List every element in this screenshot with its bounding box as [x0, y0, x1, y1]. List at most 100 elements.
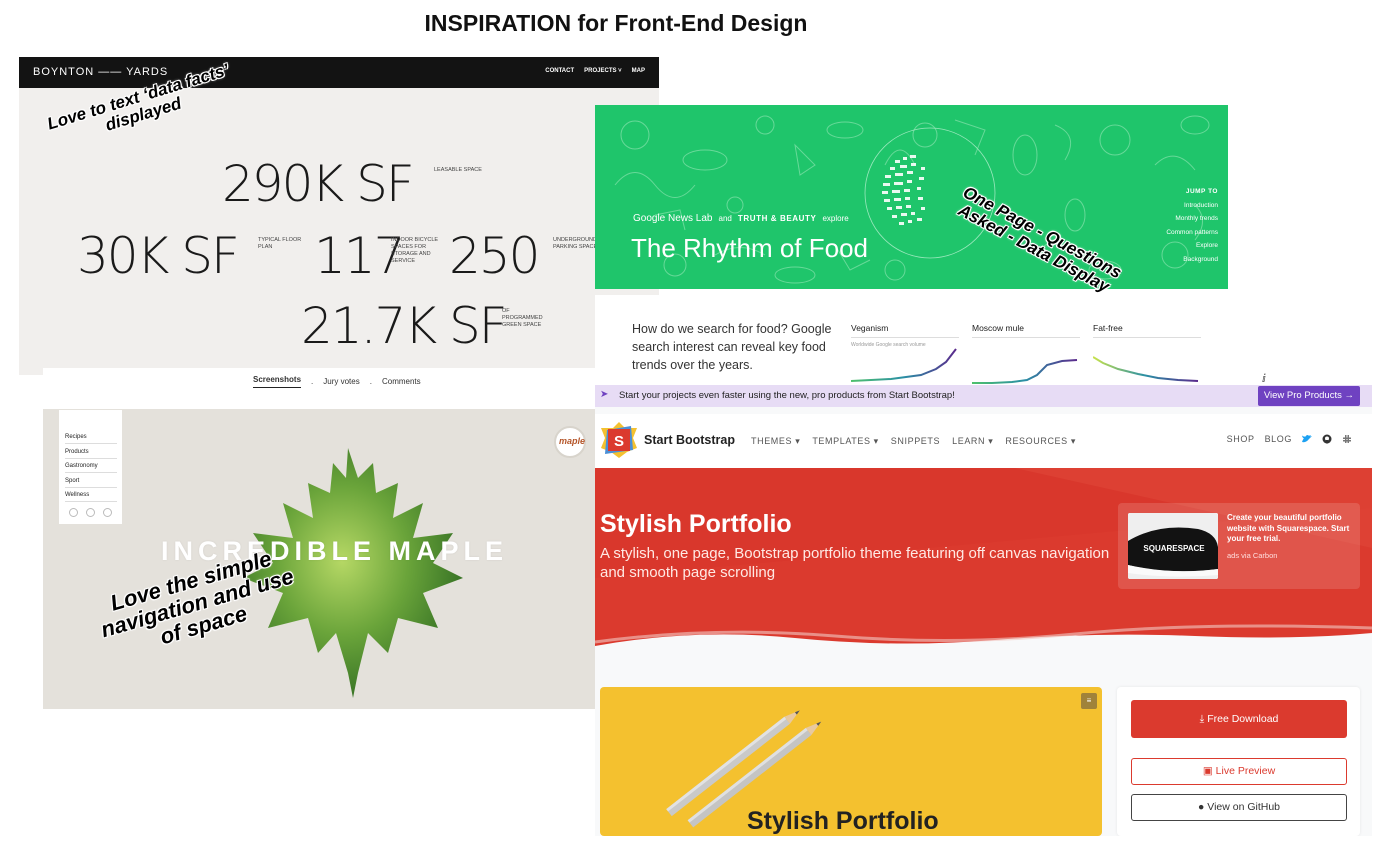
stat-bicycle-caption: INDOOR BICYCLE SPACES FOR STORAGE AND SE… — [391, 237, 439, 264]
github-label: View on GitHub — [1207, 801, 1281, 813]
mini-chart-moscow-mule[interactable]: Moscow mule — [972, 323, 1080, 387]
jump-link-monthly[interactable]: Monthly trends — [1166, 212, 1218, 226]
stat-green-caption: OF PROGRAMMED GREEN SPACE — [502, 308, 543, 328]
maple-logo-badge[interactable]: maple — [554, 426, 586, 458]
mini-chart-fat-free-line — [1093, 356, 1199, 382]
tab-comments[interactable]: Comments — [382, 377, 421, 386]
start-bootstrap-logo-icon[interactable]: S — [601, 422, 637, 458]
mini-chart-label: Fat-free — [1093, 323, 1123, 333]
menu-learn[interactable]: LEARN ▾ — [952, 436, 993, 447]
byline-brand: Google News Lab — [633, 213, 713, 224]
boynton-nav-links: CONTACT PROJECTS ˅ MAP — [545, 68, 645, 74]
rocket-icon: ➤ — [600, 389, 609, 400]
facebook-icon[interactable] — [69, 508, 78, 517]
rhythm-of-food-screenshot: Google News Lab and TRUTH & BEAUTY explo… — [595, 105, 1228, 289]
maple-badge-text: maple — [559, 436, 586, 446]
ad-text[interactable]: Create your beautiful portfolio website … — [1227, 513, 1355, 545]
menu-shop[interactable]: SHOP — [1227, 434, 1255, 444]
stat-floor-caption: TYPICAL FLOOR PLAN — [258, 237, 302, 250]
stylish-portfolio-hero: Stylish Portfolio A stylish, one page, B… — [595, 468, 1372, 658]
food-byline: Google News Lab and TRUTH & BEAUTY explo… — [633, 213, 849, 224]
mini-chart-veganism[interactable]: Veganism Worldwide Google search volume — [851, 323, 959, 387]
tab-separator: . — [369, 377, 372, 386]
stat-parking-value: 250 — [449, 227, 540, 285]
food-intro-section: How do we search for food? Google search… — [595, 295, 1228, 387]
hero-title: Stylish Portfolio — [600, 510, 792, 538]
ad-logo-text: SQUARESPACE — [1143, 544, 1205, 553]
start-bootstrap-screenshot: ➤ Start your projects even faster using … — [595, 385, 1372, 836]
side-item-gastronomy[interactable]: Gastronomy — [65, 463, 117, 473]
page-title: INSPIRATION for Front-End Design — [424, 10, 808, 36]
text-cursor-icon: ⅈ — [1262, 373, 1266, 385]
jump-to-title: JUMP TO — [1185, 188, 1218, 195]
download-actions-panel: ⤓ Free Download ▣ Live Preview ● View on… — [1117, 687, 1360, 836]
maple-tabs: Screenshots . Jury votes . Comments — [253, 375, 421, 388]
menu-templates[interactable]: TEMPLATES ▾ — [812, 436, 878, 447]
live-preview-button[interactable]: ▣ Live Preview — [1131, 758, 1347, 785]
mini-chart-label: Moscow mule — [972, 323, 1024, 333]
carbon-ad[interactable]: SQUARESPACE Create your beautiful portfo… — [1118, 503, 1360, 589]
live-preview-label: Live Preview — [1215, 765, 1276, 777]
instagram-icon[interactable] — [86, 508, 95, 517]
nav-projects[interactable]: PROJECTS ˅ — [584, 68, 622, 74]
download-icon: ⤓ — [1199, 713, 1205, 725]
mini-chart-fat-free[interactable]: Fat-free — [1093, 323, 1201, 387]
tab-jury-votes[interactable]: Jury votes — [323, 377, 359, 386]
portfolio-preview-card[interactable]: ≡ Stylish Portfolio — [600, 687, 1102, 836]
squarespace-ad-image[interactable]: SQUARESPACE — [1128, 513, 1218, 579]
side-item-sport[interactable]: Sport — [65, 478, 117, 488]
stat-green-value: 21.7K SF — [301, 297, 508, 355]
maple-side-menu: Recipes Products Gastronomy Sport Wellne… — [59, 410, 122, 524]
jump-to-nav: JUMP TO Introduction Monthly trends Comm… — [1166, 185, 1218, 267]
brand-name[interactable]: Start Bootstrap — [644, 433, 735, 447]
pinterest-icon[interactable] — [103, 508, 112, 517]
view-on-github-button[interactable]: ● View on GitHub — [1131, 794, 1347, 821]
byline-partner: TRUTH & BEAUTY — [737, 214, 817, 223]
slack-icon[interactable] — [1342, 434, 1352, 444]
ad-sneaker-graphic: SQUARESPACE — [1128, 513, 1218, 579]
hamburger-menu-icon[interactable]: ≡ — [1081, 693, 1097, 709]
boynton-logo[interactable]: BOYNTON —— YARDS — [33, 66, 168, 78]
window-icon: ▣ — [1202, 765, 1213, 777]
card-title: Stylish Portfolio — [747, 807, 939, 835]
jump-link-background[interactable]: Background — [1166, 253, 1218, 267]
free-download-label: Free Download — [1207, 713, 1279, 725]
banner-text: Start your projects even faster using th… — [619, 390, 955, 401]
github-icon: ● — [1197, 801, 1205, 813]
ad-carbon-label[interactable]: ads via Carbon — [1227, 551, 1277, 560]
menu-resources[interactable]: RESOURCES ▾ — [1005, 436, 1076, 447]
stat-parking-caption: UNDERGROUND PARKING SPACES — [553, 237, 601, 250]
jump-link-introduction[interactable]: Introduction — [1166, 199, 1218, 213]
mini-chart-veganism-line — [851, 348, 957, 382]
nav-contact[interactable]: CONTACT — [545, 68, 574, 74]
menu-blog[interactable]: BLOG — [1265, 434, 1292, 444]
food-title: The Rhythm of Food — [631, 233, 868, 263]
jump-link-explore[interactable]: Explore — [1166, 239, 1218, 253]
tab-screenshots[interactable]: Screenshots — [253, 375, 302, 388]
bootstrap-main-menu: THEMES ▾ TEMPLATES ▾ SNIPPETS LEARN ▾ RE… — [751, 436, 1076, 447]
byline-and: and — [718, 214, 732, 223]
boynton-navbar: BOYNTON —— YARDS CONTACT PROJECTS ˅ MAP — [19, 57, 659, 88]
side-item-products[interactable]: Products — [65, 449, 117, 459]
bootstrap-right-menu: SHOP BLOG — [1227, 434, 1352, 444]
hero-subtitle: A stylish, one page, Bootstrap portfolio… — [600, 545, 1110, 581]
maple-tab-bar: Screenshots . Jury votes . Comments — [43, 368, 595, 409]
logo-letter: S — [614, 433, 624, 450]
food-question: How do we search for food? Google search… — [632, 322, 832, 372]
menu-themes[interactable]: THEMES ▾ — [751, 436, 800, 447]
side-item-wellness[interactable]: Wellness — [65, 492, 117, 502]
twitter-icon[interactable] — [1302, 434, 1312, 444]
menu-snippets[interactable]: SNIPPETS — [891, 436, 940, 447]
mini-chart-moscow-line — [972, 359, 1078, 384]
side-item-recipes[interactable]: Recipes — [65, 434, 117, 444]
mini-chart-label: Veganism — [851, 323, 889, 333]
jump-link-patterns[interactable]: Common patterns — [1166, 226, 1218, 240]
byline-verb: explore — [822, 214, 849, 223]
stat-floor-value: 30K SF — [77, 227, 240, 285]
free-download-button[interactable]: ⤓ Free Download — [1131, 700, 1347, 738]
nav-map[interactable]: MAP — [632, 68, 645, 74]
stat-leasable-caption: LEASABLE SPACE — [434, 167, 482, 173]
view-pro-products-button[interactable]: View Pro Products → — [1257, 386, 1360, 406]
github-icon[interactable] — [1322, 434, 1332, 444]
pro-banner: ➤ Start your projects even faster using … — [595, 385, 1372, 407]
